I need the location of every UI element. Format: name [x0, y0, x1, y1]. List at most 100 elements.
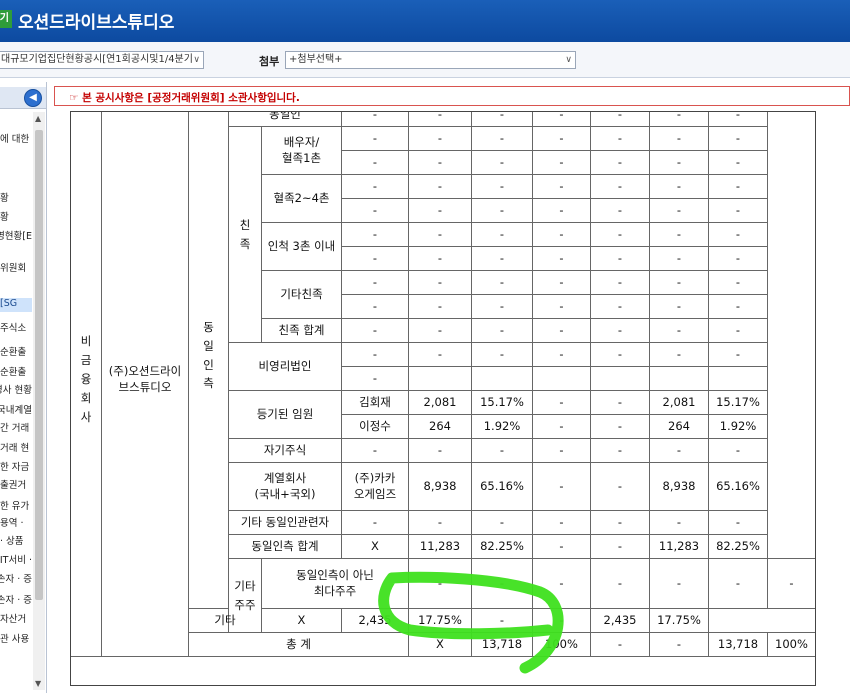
table-cell: - [408, 510, 472, 535]
sidebar-item[interactable]: · IT서비 [0, 552, 32, 566]
sidebar-item[interactable]: 간 거래 [0, 420, 32, 434]
sidebar-item[interactable]: 출권거 [0, 477, 32, 491]
sidebar-item[interactable]: 거래 현 [0, 440, 32, 454]
table-cell: - [649, 294, 709, 319]
table-cell: 13,718 [471, 632, 533, 657]
notice-text: ☞ 본 공시사항은 [공정거래위원회] 소관사항입니다. [69, 92, 300, 104]
sidebar-item[interactable]: 황 [0, 209, 32, 223]
table-cell: X [341, 534, 409, 559]
table-cell: - [532, 414, 591, 439]
table-cell: - [341, 438, 409, 463]
table-cell: - [590, 294, 650, 319]
sidebar-item[interactable]: 관 사용 [0, 631, 32, 645]
table-cell: - [649, 342, 709, 367]
table-cell: 1.92% [708, 414, 768, 439]
table-cell: - [532, 342, 591, 367]
row-label: 기타친족 [261, 270, 342, 319]
sidebar-item[interactable]: 영사 현황 [0, 382, 32, 396]
sidebar-item[interactable]: 국내계열 [0, 402, 32, 416]
sidebar-item[interactable]: 황 [0, 190, 32, 204]
table-cell: - [590, 462, 650, 511]
table-cell: - [408, 222, 472, 247]
scroll-down-icon[interactable]: ▼ [35, 679, 41, 688]
table-cell: - [471, 270, 533, 295]
sidebar-item[interactable]: 손자 · 증 [0, 571, 32, 585]
table-cell: - [649, 150, 709, 175]
table-cell: - [341, 112, 409, 127]
table-cell: - [649, 632, 709, 657]
sidebar-item[interactable]: 위원회 [0, 260, 32, 274]
table-cell: 17.75% [649, 608, 709, 633]
report-select[interactable]: 대규모기업집단현황공시[연1회공시및1/4분기 ∨ [0, 51, 204, 69]
table-cell: - [532, 608, 591, 633]
sidebar-scrollbar[interactable]: ▲ ▼ [33, 112, 45, 690]
table-cell: 13,718 [708, 632, 768, 657]
table-cell: 264 [408, 414, 472, 439]
scroll-thumb[interactable] [35, 130, 43, 600]
table-cell [649, 366, 709, 391]
attach-select[interactable]: +첨부선택+ ∨ [285, 51, 576, 69]
sidebar-item[interactable]: 순환출 [0, 344, 32, 358]
table-cell: - [708, 198, 768, 223]
table-cell: 김회재 [341, 390, 409, 415]
table-cell: - [532, 558, 591, 609]
company-name: (주)오션드라이 브스튜디오 [108, 363, 182, 394]
sidebar-header: ◀ [0, 87, 46, 109]
sidebar-item[interactable]: · 용역 [0, 515, 32, 529]
table-cell: - [408, 318, 472, 343]
table-cell: - [590, 510, 650, 535]
table-cell: - [341, 246, 409, 271]
table-cell: - [649, 270, 709, 295]
table-cell: - [471, 198, 533, 223]
sidebar-item[interactable]: 영현황[E [0, 228, 32, 242]
sidebar-item[interactable]: 주식소 [0, 320, 32, 334]
table-cell [590, 366, 650, 391]
table-cell: - [708, 510, 768, 535]
report-select-value: 대규모기업집단현황공시[연1회공시및1/4분기 [1, 54, 193, 65]
toolbar: 대규모기업집단현황공시[연1회공시및1/4분기 ∨ 첨부 +첨부선택+ ∨ [0, 42, 850, 78]
sidebar-item[interactable]: 상품 · [0, 533, 32, 547]
sidebar-item[interactable]: 한 유가 [0, 498, 32, 512]
row-label: 비영리법인 [228, 342, 342, 391]
table-cell: - [649, 112, 709, 127]
table-cell: - [532, 270, 591, 295]
table-cell: - [471, 342, 533, 367]
table-cell: - [532, 510, 591, 535]
table-cell: - [649, 198, 709, 223]
sidebar-item[interactable]: 에 대한 [0, 131, 32, 145]
table-cell: X [408, 632, 472, 657]
scroll-up-icon[interactable]: ▲ [35, 114, 41, 123]
table-cell: 100% [532, 632, 591, 657]
group-cell: 비금융회사 [71, 112, 102, 657]
chevron-left-icon[interactable]: ◀ [24, 89, 42, 107]
related-cell: 동일인측 [188, 112, 229, 609]
table-cell: - [649, 558, 709, 609]
table-cell: - [532, 112, 591, 127]
table-cell: 2,435 [590, 608, 650, 633]
table-cell: - [590, 632, 650, 657]
table-cell: - [649, 246, 709, 271]
table-cell: 1.92% [471, 414, 533, 439]
table-row: 비금융회사 (주)오션드라이 브스튜디오 동일인측 동일인 - - - - - -… [71, 112, 815, 657]
table-cell: - [341, 222, 409, 247]
table-cell: - [590, 198, 650, 223]
table-cell: - [471, 126, 533, 151]
table-cell: - [649, 174, 709, 199]
table-cell: - [341, 174, 409, 199]
table-cell: - [532, 222, 591, 247]
main-content: ☞ 본 공시사항은 [공정거래위원회] 소관사항입니다. 비금융회사 (주)오션… [54, 86, 850, 693]
sidebar-item[interactable]: SG] [0, 298, 32, 312]
table-cell: - [590, 534, 650, 559]
table-cell: 이정수 [341, 414, 409, 439]
table-cell: - [471, 294, 533, 319]
table-cell: - [471, 222, 533, 247]
sidebar-item[interactable]: 손자 · 증 [0, 592, 32, 606]
table-cell: - [708, 270, 768, 295]
sidebar-item[interactable]: 자산거 [0, 611, 32, 625]
table-cell: - [590, 318, 650, 343]
sidebar-item[interactable]: 순환출 [0, 364, 32, 378]
table-cell: - [708, 150, 768, 175]
sidebar-item[interactable]: 한 자금 [0, 459, 32, 473]
chevron-down-icon: ∨ [565, 55, 572, 65]
table-cell: - [649, 510, 709, 535]
